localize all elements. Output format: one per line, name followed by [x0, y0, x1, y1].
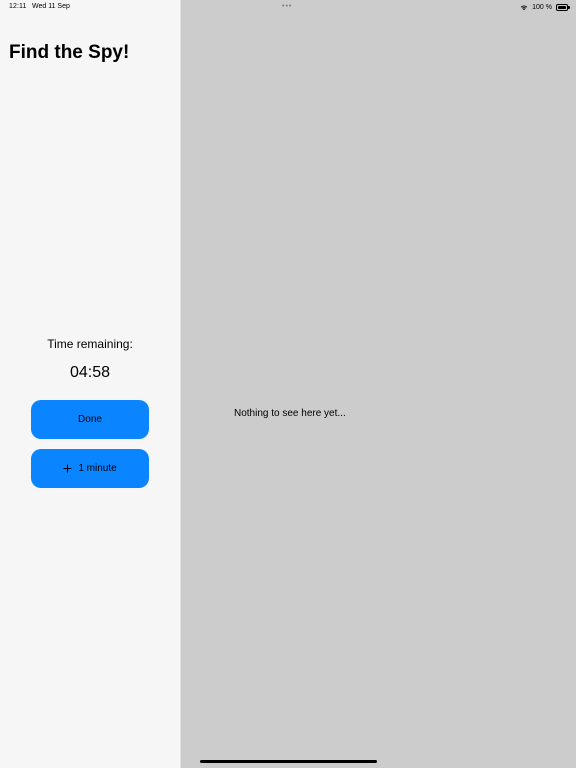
timer-countdown: 04:58	[69, 364, 111, 381]
battery-icon	[556, 3, 570, 11]
wifi-icon	[520, 5, 528, 10]
home-indicator[interactable]	[200, 760, 377, 763]
empty-state-message: Nothing to see here yet...	[234, 408, 346, 419]
add-minute-label: 1 minute	[78, 463, 117, 474]
done-button-label: Done	[78, 414, 102, 425]
status-indicators: 100 %	[520, 2, 570, 12]
timer-label: Time remaining:	[47, 337, 133, 351]
battery-body	[556, 3, 568, 11]
battery-percent: 100 %	[532, 3, 552, 11]
done-button[interactable]: Done	[31, 400, 149, 439]
sidebar	[0, 0, 180, 768]
plus-icon	[63, 464, 72, 473]
page-title: Find the Spy!	[9, 42, 130, 63]
status-time: 12:11	[9, 3, 27, 10]
battery-level-fill	[558, 5, 566, 9]
add-minute-button[interactable]: 1 minute	[31, 449, 149, 488]
battery-tip	[568, 5, 570, 9]
detail-pane	[181, 0, 576, 768]
status-date: Wed 11 Sep	[32, 3, 70, 10]
multitasking-dots[interactable]: •••	[282, 3, 292, 10]
